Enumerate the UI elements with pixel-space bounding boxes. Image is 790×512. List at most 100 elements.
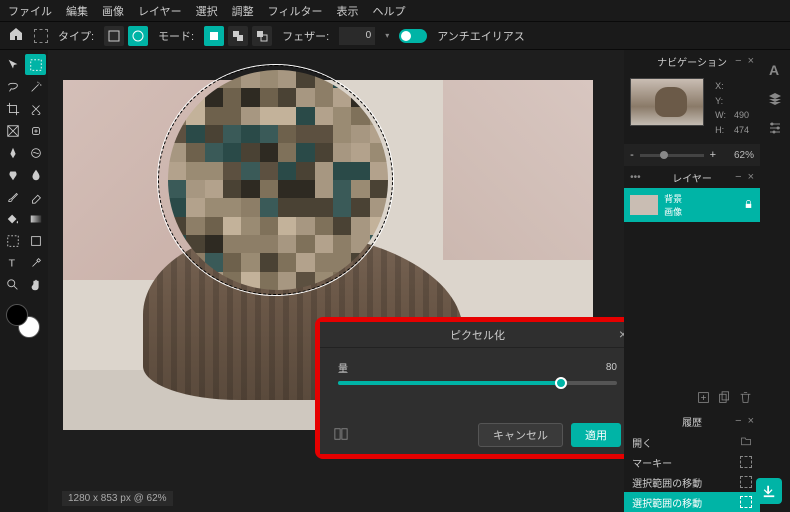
compare-icon[interactable] — [334, 427, 348, 444]
feather-label: フェザー: — [282, 28, 329, 44]
menu-edit[interactable]: 編集 — [66, 3, 88, 19]
type-ellipse-button[interactable] — [128, 26, 148, 46]
layer-thumbnail[interactable] — [630, 195, 658, 215]
menu-adjust[interactable]: 調整 — [232, 3, 254, 19]
marquee-icon — [740, 496, 752, 508]
mode-add-button[interactable] — [228, 26, 248, 46]
adjust-tab-icon[interactable] — [767, 120, 783, 139]
layers-footer — [624, 388, 760, 410]
close-icon[interactable]: × — [619, 326, 624, 342]
layer-item[interactable]: 背景画像 — [624, 188, 760, 222]
tool-pen[interactable] — [2, 142, 23, 163]
history-body: 開く マーキー 選択範囲の移動 選択範囲の移動 — [624, 432, 760, 512]
tool-shape[interactable] — [25, 230, 46, 251]
tool-zoom[interactable] — [2, 274, 23, 295]
history-item[interactable]: 選択範囲の移動 — [624, 492, 760, 512]
text-tab-icon[interactable]: A — [767, 62, 783, 81]
tool-fill[interactable] — [2, 208, 23, 229]
zoom-out-button[interactable]: - — [630, 149, 634, 161]
amount-slider[interactable] — [338, 381, 617, 385]
menu-file[interactable]: ファイル — [8, 3, 52, 19]
tool-cut[interactable] — [25, 98, 46, 119]
panel-close-icon[interactable]: × — [748, 55, 754, 67]
navigation-thumbnail[interactable] — [630, 78, 704, 126]
chevron-down-icon[interactable]: ▾ — [385, 31, 389, 40]
tool-liquify[interactable] — [25, 142, 46, 163]
tool-lasso[interactable] — [2, 76, 23, 97]
menu-layer[interactable]: レイヤー — [138, 3, 182, 19]
tool-replace-color[interactable] — [2, 230, 23, 251]
panel-layers-header[interactable]: ••• レイヤー −× — [624, 166, 760, 188]
antialias-toggle[interactable] — [399, 29, 427, 43]
home-icon[interactable] — [8, 26, 24, 45]
tool-blur[interactable] — [25, 164, 46, 185]
delete-layer-icon[interactable] — [739, 391, 752, 407]
dialog-title: ピクセル化 — [450, 327, 505, 343]
mode-label: モード: — [158, 28, 194, 44]
tool-eraser[interactable] — [25, 186, 46, 207]
marquee-type-icon[interactable] — [34, 29, 48, 43]
add-layer-icon[interactable] — [697, 391, 710, 407]
tool-marquee[interactable] — [25, 54, 46, 75]
toolbox: T — [0, 50, 48, 512]
duplicate-layer-icon[interactable] — [718, 391, 731, 407]
mode-subtract-button[interactable] — [252, 26, 272, 46]
tool-text[interactable]: T — [2, 252, 23, 273]
menu-filter[interactable]: フィルター — [268, 3, 323, 19]
download-button[interactable] — [756, 478, 782, 504]
navigation-info: X: Y: W:490 H:474 — [710, 78, 754, 138]
layers-body: 背景画像 — [624, 188, 760, 222]
lock-icon[interactable] — [743, 199, 754, 212]
pixelate-dialog: ピクセル化 × 量 80 キャンセル 適用 — [320, 322, 624, 454]
tool-frame[interactable] — [2, 120, 23, 141]
menu-help[interactable]: ヘルプ — [372, 3, 405, 19]
panel-navigation-header[interactable]: ナビゲーション −× — [624, 50, 760, 72]
layer-name: 背景 — [664, 192, 682, 205]
feather-input[interactable] — [339, 27, 375, 45]
menu-view[interactable]: 表示 — [336, 3, 358, 19]
tool-clone[interactable] — [2, 164, 23, 185]
status-text: 1280 x 853 px @ 62% — [62, 491, 173, 506]
history-item[interactable]: 開く — [624, 432, 760, 452]
panel-minimize-icon[interactable]: − — [735, 55, 741, 67]
menu-select[interactable]: 選択 — [196, 3, 218, 19]
layers-options-icon[interactable]: ••• — [630, 172, 641, 183]
type-group — [104, 26, 148, 46]
dialog-header[interactable]: ピクセル化 × — [320, 322, 624, 348]
panel-history-title: 履歴 — [682, 414, 702, 429]
tool-brush[interactable] — [2, 186, 23, 207]
zoom-slider[interactable] — [640, 154, 704, 157]
marquee-icon — [740, 456, 752, 468]
tool-crop[interactable] — [2, 98, 23, 119]
marquee-icon — [740, 476, 752, 488]
tool-heal[interactable] — [25, 120, 46, 141]
mode-new-button[interactable] — [204, 26, 224, 46]
panel-minimize-icon[interactable]: − — [735, 171, 741, 183]
tool-gradient[interactable] — [25, 208, 46, 229]
panel-close-icon[interactable]: × — [748, 415, 754, 427]
type-rect-button[interactable] — [104, 26, 124, 46]
layers-tab-icon[interactable] — [767, 91, 783, 110]
zoom-value: 62% — [722, 150, 754, 161]
tool-hand[interactable] — [25, 274, 46, 295]
svg-text:T: T — [8, 257, 15, 269]
panel-minimize-icon[interactable]: − — [735, 415, 741, 427]
apply-button[interactable]: 適用 — [571, 423, 621, 447]
selection-ellipse[interactable] — [158, 65, 393, 295]
tool-eyedropper[interactable] — [25, 252, 46, 273]
history-item[interactable]: 選択範囲の移動 — [624, 472, 760, 492]
tool-wand[interactable] — [25, 76, 46, 97]
panel-close-icon[interactable]: × — [748, 171, 754, 183]
cancel-button[interactable]: キャンセル — [478, 423, 563, 447]
mode-group — [204, 26, 272, 46]
amount-label: 量 — [338, 360, 348, 375]
panel-history-header[interactable]: 履歴 −× — [624, 410, 760, 432]
canvas-area[interactable]: 1280 x 853 px @ 62% ピクセル化 × 量 80 — [48, 50, 624, 512]
type-label: タイプ: — [58, 28, 94, 44]
zoom-in-button[interactable]: + — [710, 149, 716, 161]
history-item[interactable]: マーキー — [624, 452, 760, 472]
menu-bar: ファイル 編集 画像 レイヤー 選択 調整 フィルター 表示 ヘルプ — [0, 0, 790, 22]
color-swatch[interactable] — [2, 304, 42, 344]
menu-image[interactable]: 画像 — [102, 3, 124, 19]
tool-move[interactable] — [2, 54, 23, 75]
